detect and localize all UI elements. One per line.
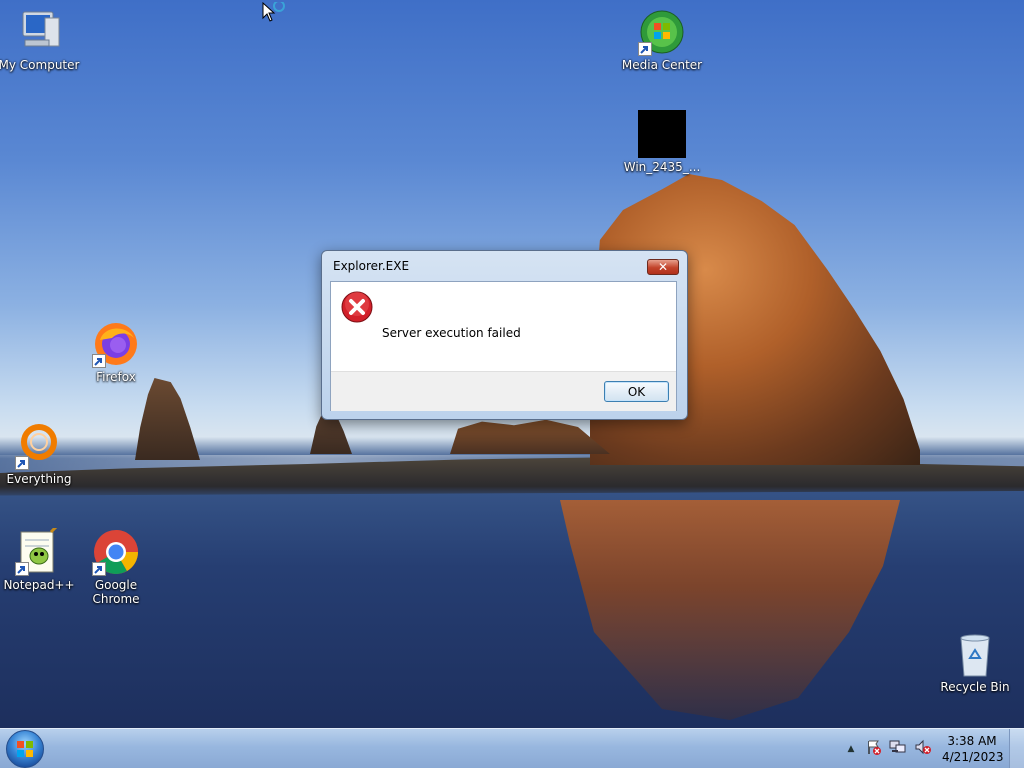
chrome-icon [92,528,140,576]
volume-muted-icon[interactable] [914,739,932,759]
shortcut-arrow-icon [92,354,106,368]
dialog-button-bar: OK [331,371,676,411]
shortcut-arrow-icon [92,562,106,576]
notepadpp-icon [15,522,63,576]
desktop-icon-label: Recycle Bin [940,680,1010,694]
desktop-icon-everything[interactable]: Everything [0,422,82,486]
rock-reef [450,419,610,454]
desktop-icon-label: Everything [6,472,72,486]
recycle-bin-icon [951,630,999,678]
dialog-close-button[interactable]: ✕ [647,259,679,275]
show-desktop-button[interactable] [1009,729,1024,768]
desktop-icon-label: My Computer [0,58,80,72]
error-dialog: Explorer.EXE ✕ Server execution failed O… [321,250,688,420]
desktop-icon-recycle-bin[interactable]: Recycle Bin [932,630,1018,694]
shortcut-arrow-icon [15,562,29,576]
desktop-icon-notepadpp[interactable]: Notepad++ [0,522,82,592]
desktop-icon-label: Notepad++ [3,578,75,592]
dialog-title: Explorer.EXE [333,259,410,273]
error-icon [341,291,373,323]
network-icon[interactable] [889,739,907,759]
sea-stack-left [135,378,200,460]
desktop-icon-chrome[interactable]: Google Chrome [73,528,159,606]
windows-logo-icon [17,741,33,757]
show-hidden-icons-arrow-icon[interactable]: ▲ [844,744,858,754]
desktop-icon-label: Google Chrome [92,578,140,606]
start-button[interactable] [6,730,44,768]
dialog-message-area: Server execution failed [331,282,676,371]
desktop-icon-win-file[interactable]: Win_2435_... [619,110,705,174]
ok-button[interactable]: OK [604,381,669,402]
shortcut-arrow-icon [15,456,29,470]
desktop-icon-media-center[interactable]: Media Center [619,8,705,72]
shortcut-arrow-icon [638,42,652,56]
system-tray: ▲ [844,729,932,769]
media-center-icon [638,8,686,56]
action-center-flag-icon[interactable] [866,739,882,759]
desktop-icon-label: Firefox [96,370,136,384]
desktop-icon-firefox[interactable]: Firefox [73,320,159,384]
desktop-background: My Computer Media Center Win_2435_... Fi… [0,0,1024,728]
clock-time: 3:38 AM [947,734,997,748]
desktop-icon-label: Win_2435_... [623,160,701,174]
computer-icon [15,8,63,56]
desktop-icon-label: Media Center [621,58,703,72]
clock[interactable]: 3:38 AM 4/21/2023 [942,733,1004,765]
firefox-icon [92,320,140,368]
rock-reflection [560,500,900,720]
taskbar: ▲ 3:38 AM 4/21/2023 [0,728,1024,768]
dialog-client-area: Server execution failed OK [330,281,677,411]
dialog-message: Server execution failed [382,326,521,340]
black-file-icon [638,110,686,158]
mouse-cursor-icon [262,0,288,28]
clock-date: 4/21/2023 [942,750,1004,764]
desktop-icon-my-computer[interactable]: My Computer [0,8,82,72]
everything-search-icon [15,422,63,470]
